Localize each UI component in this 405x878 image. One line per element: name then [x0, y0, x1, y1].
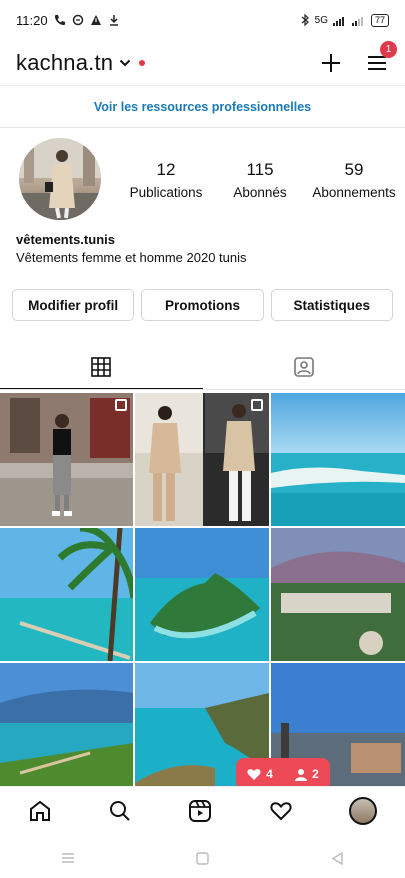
following-count: 59	[344, 160, 364, 179]
tagged-user-icon	[293, 357, 314, 377]
professional-resources-link[interactable]: Voir les ressources professionnelles	[0, 86, 405, 128]
followers-label: Abonnés	[233, 185, 287, 200]
back-button-icon[interactable]	[331, 851, 344, 865]
chevron-down-icon	[119, 59, 131, 66]
post-image-island	[135, 528, 269, 661]
posts-count: 12	[156, 160, 176, 179]
post-thumbnail[interactable]	[0, 393, 133, 526]
post-thumbnail[interactable]	[271, 393, 405, 526]
signal-icon-2	[351, 16, 363, 26]
menu-button[interactable]: 1	[365, 40, 397, 75]
promotions-button[interactable]: Promotions	[141, 289, 264, 321]
edit-profile-button[interactable]: Modifier profil	[12, 289, 135, 321]
profile-header: kachna.tn 1	[0, 40, 405, 86]
heart-filled-icon	[247, 768, 261, 780]
signal-icon	[332, 16, 344, 26]
bottom-nav	[0, 786, 405, 834]
new-followers-count: 2	[312, 767, 319, 781]
profile-bio: Vêtements femme et homme 2020 tunis	[16, 250, 247, 265]
followers-count: 115	[246, 160, 274, 179]
post-thumbnail[interactable]	[0, 663, 133, 796]
post-image-coast	[0, 663, 133, 796]
profile-tab-avatar[interactable]	[348, 796, 377, 825]
likes-count: 4	[266, 767, 273, 781]
tab-tagged[interactable]	[203, 345, 405, 389]
create-post-icon[interactable]	[319, 51, 343, 75]
post-thumbnail[interactable]	[271, 528, 405, 661]
grid-icon	[91, 356, 112, 377]
search-icon[interactable]	[108, 799, 132, 823]
menu-badge: 1	[380, 40, 397, 58]
recent-apps-icon[interactable]	[61, 852, 75, 864]
stat-following[interactable]: 59 Abonnements	[308, 160, 400, 200]
data-saver-icon	[72, 14, 83, 26]
post-image-hill-town	[271, 528, 405, 661]
profile-summary: 12 Publications 115 Abonnés 59 Abonnemen…	[0, 138, 405, 222]
reels-icon[interactable]	[188, 799, 212, 823]
post-image-beach	[271, 393, 405, 526]
stat-followers[interactable]: 115 Abonnés	[214, 160, 306, 200]
post-image-palm-pier	[0, 528, 133, 661]
status-time: 11:20	[16, 12, 48, 28]
download-icon	[109, 15, 118, 26]
home-button-icon[interactable]	[196, 851, 210, 865]
post-image-beige-suit	[135, 393, 269, 526]
network-type: 5G	[314, 14, 328, 26]
username: kachna.tn	[16, 49, 114, 75]
activity-heart-icon[interactable]	[269, 799, 293, 823]
tab-grid[interactable]	[0, 345, 203, 389]
person-icon	[295, 768, 308, 781]
profile-avatar[interactable]	[19, 138, 101, 220]
post-thumbnail[interactable]	[135, 393, 269, 526]
posts-grid	[0, 393, 405, 796]
post-thumbnail[interactable]	[0, 528, 133, 661]
profile-tabs	[0, 345, 405, 390]
insights-button[interactable]: Statistiques	[270, 289, 393, 321]
avatar-photo	[19, 138, 101, 220]
carousel-icon	[115, 399, 127, 411]
stat-posts[interactable]: 12 Publications	[120, 160, 212, 200]
posts-label: Publications	[129, 185, 203, 200]
post-thumbnail[interactable]	[135, 528, 269, 661]
account-switcher[interactable]: kachna.tn	[16, 49, 146, 76]
profile-actions: Modifier profil Promotions Statistiques	[12, 289, 393, 321]
phone-icon	[54, 15, 65, 25]
status-bar: 11:20 5G 77	[0, 0, 405, 40]
battery-indicator: 77	[370, 13, 389, 27]
carousel-icon	[251, 399, 263, 411]
system-navigation	[0, 838, 405, 878]
home-icon[interactable]	[28, 799, 52, 823]
warning-icon	[90, 15, 101, 25]
post-image-street-outfit	[0, 393, 133, 526]
profile-display-name: vêtements.tunis	[16, 232, 115, 247]
following-label: Abonnements	[312, 185, 396, 200]
bluetooth-icon	[301, 14, 309, 26]
notification-dot	[139, 59, 146, 66]
